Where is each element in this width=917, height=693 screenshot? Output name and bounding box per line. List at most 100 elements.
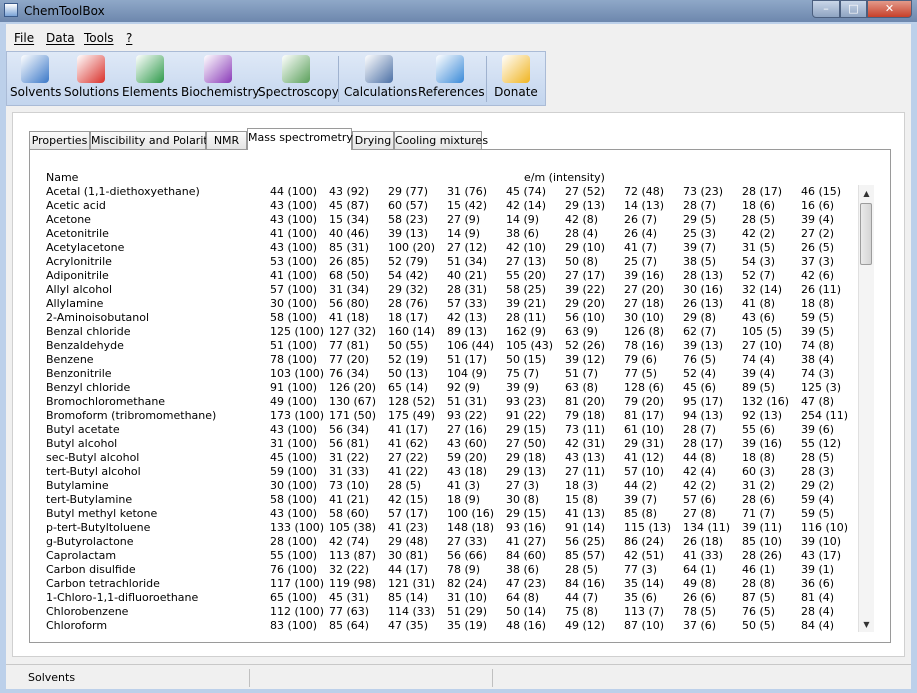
table-row[interactable]: Caprolactam 55 (100) 113 (87) 30 (81) 56 (66… [44,549,858,563]
table-row[interactable]: Benzaldehyde 51 (100) 77 (81) 50 (55) 106 (4… [44,339,858,353]
table-row[interactable]: g-Butyrolactone 28 (100) 42 (74) 29 (48) 27 … [44,535,858,549]
table-row[interactable]: tert-Butylamine 58 (100) 41 (21) 42 (15) 18 … [44,493,858,507]
table-row[interactable]: tert-Butyl alcohol 59 (100) 31 (33) 41 (22)… [44,465,858,479]
mz-intensity-cell: 39 (5) [801,325,835,338]
compound-name: Carbon disulfide [46,563,136,576]
mz-intensity-cell: 41 (18) [329,311,370,324]
table-row[interactable]: Benzal chloride 125 (100) 127 (32) 160 (14)… [44,325,858,339]
mz-intensity-cell: 56 (81) [329,437,370,450]
mz-intensity-cell: 42 (6) [801,269,835,282]
mz-intensity-cell: 89 (5) [742,381,776,394]
calculations-button[interactable]: Calculations [344,53,417,105]
title-bar[interactable]: ChemToolBox – □ ✕ [0,0,917,22]
mz-intensity-cell: 28 (26) [742,549,783,562]
mz-intensity-cell: 39 (16) [742,437,783,450]
mz-intensity-cell: 54 (42) [388,269,429,282]
table-row[interactable]: 2-Aminoisobutanol 58 (100) 41 (18) 18 (17) 4… [44,311,858,325]
table-row[interactable]: Adiponitrile 41 (100) 68 (50) 54 (42) 40 (21… [44,269,858,283]
mz-intensity-cell: 52 (19) [388,353,429,366]
table-row[interactable]: Benzene 78 (100) 77 (20) 52 (19) 51 (17) 50 (… [44,353,858,367]
table-row[interactable]: Bromochloromethane 49 (100) 130 (67) 128 (5… [44,395,858,409]
mz-intensity-cell: 31 (100) [270,437,318,450]
table-row[interactable]: 1-Chloro-1,1-difluoroethane 65 (100) 45 (3… [44,591,858,605]
mz-intensity-cell: 76 (34) [329,367,370,380]
mz-intensity-cell: 44 (100) [270,185,318,198]
table-row[interactable]: Benzyl chloride 91 (100) 126 (20) 65 (14) 92… [44,381,858,395]
mz-intensity-cell: 45 (87) [329,199,370,212]
table-row[interactable]: Butyl acetate 43 (100) 56 (34) 41 (17) 27 (1… [44,423,858,437]
table-row[interactable]: Acetylacetone 43 (100) 85 (31) 100 (20) 27 (… [44,241,858,255]
tab-properties[interactable]: Properties [29,131,90,149]
maximize-button[interactable]: □ [840,0,867,18]
mz-intensity-cell: 45 (6) [683,381,717,394]
table-row[interactable]: Benzonitrile 103 (100) 76 (34) 50 (13) 104 (… [44,367,858,381]
close-button[interactable]: ✕ [867,0,912,18]
table-row[interactable]: Bromoform (tribromomethane) 173 (100) 171 … [44,409,858,423]
mz-intensity-cell: 56 (34) [329,423,370,436]
dna-icon [204,55,232,83]
menu-tools[interactable]: Tools [84,31,114,45]
table-row[interactable]: Butyl alcohol 31 (100) 56 (81) 41 (62) 43 (6… [44,437,858,451]
table-row[interactable]: Butylamine 30 (100) 73 (10) 28 (5) 41 (3) 27 … [44,479,858,493]
scroll-up-icon[interactable]: ▲ [859,187,874,201]
solvents-button[interactable]: Solvents [10,53,61,105]
tab-mass-spectrometry[interactable]: Mass spectrometry [247,128,353,150]
scroll-down-icon[interactable]: ▼ [859,618,874,632]
tab-drying[interactable]: Drying [352,131,394,149]
table-row[interactable]: Carbon disulfide 76 (100) 32 (22) 44 (17) 78… [44,563,858,577]
mz-intensity-cell: 31 (76) [447,185,488,198]
table-row[interactable]: Chlorobenzene 112 (100) 77 (63) 114 (33) 51 … [44,605,858,619]
scroll-thumb[interactable] [860,203,872,265]
menu-help[interactable]: ? [126,31,132,45]
compound-name: 1-Chloro-1,1-difluoroethane [46,591,199,604]
table-row[interactable]: sec-Butyl alcohol 45 (100) 31 (22) 27 (22) 5… [44,451,858,465]
status-text: Solvents [28,671,76,684]
mz-intensity-cell: 29 (13) [565,199,606,212]
compound-name: p-tert-Butyltoluene [46,521,151,534]
mz-intensity-cell: 37 (3) [801,255,835,268]
mz-intensity-cell: 42 (10) [506,241,547,254]
spectroscopy-button[interactable]: Spectroscopy [258,53,339,105]
table-row[interactable]: Carbon tetrachloride 117 (100) 119 (98) 121… [44,577,858,591]
table-row[interactable]: Acrylonitrile 53 (100) 26 (85) 52 (79) 51 (3… [44,255,858,269]
table-row[interactable]: p-tert-Butyltoluene 133 (100) 105 (38) 41 (… [44,521,858,535]
solutions-button[interactable]: Solutions [64,53,119,105]
mz-intensity-cell: 77 (20) [329,353,370,366]
elements-button[interactable]: Elements [122,53,178,105]
mz-intensity-cell: 58 (23) [388,213,429,226]
biochemistry-button[interactable]: Biochemistry [181,53,260,105]
mz-intensity-cell: 43 (100) [270,507,318,520]
mz-intensity-cell: 58 (60) [329,507,370,520]
table-row[interactable]: Allylamine 30 (100) 56 (80) 28 (76) 57 (33) 3… [44,297,858,311]
donate-button[interactable]: Donate [492,53,540,105]
mz-intensity-cell: 59 (100) [270,465,318,478]
mz-intensity-cell: 59 (4) [801,493,835,506]
mz-intensity-cell: 18 (8) [742,451,776,464]
table-row[interactable]: Butyl methyl ketone 43 (100) 58 (60) 57 (17… [44,507,858,521]
mz-intensity-cell: 68 (50) [329,269,370,282]
tab-miscibility-polarity[interactable]: Miscibility and Polarity [90,131,214,149]
minimize-button[interactable]: – [812,0,840,18]
tab-cooling-mixtures[interactable]: Cooling mixtures [394,131,488,149]
references-button[interactable]: References [418,53,485,105]
menu-file[interactable]: File [14,31,34,45]
mz-intensity-cell: 160 (14) [388,325,436,338]
table-row[interactable]: Chloroform 83 (100) 85 (64) 47 (35) 35 (19) 4… [44,619,858,633]
mz-intensity-cell: 39 (11) [742,521,783,534]
tab-nmr[interactable]: NMR [206,131,247,149]
calculator-icon [365,55,393,83]
vertical-scrollbar[interactable]: ▲ ▼ [858,185,874,632]
table-row[interactable]: Acetonitrile 41 (100) 40 (46) 39 (13) 14 (9)… [44,227,858,241]
table-row[interactable]: Allyl alcohol 57 (100) 31 (34) 29 (32) 28 (3… [44,283,858,297]
mz-intensity-cell: 115 (13) [624,521,672,534]
mz-intensity-cell: 50 (13) [388,367,429,380]
mz-intensity-cell: 27 (33) [447,535,488,548]
mz-intensity-cell: 79 (18) [565,409,606,422]
menu-data[interactable]: Data [46,31,75,45]
table-row[interactable]: Acetal (1,1-diethoxyethane) 44 (100) 43 (9… [44,185,858,199]
mz-intensity-cell: 105 (43) [506,339,554,352]
mz-intensity-cell: 25 (3) [683,227,717,240]
mz-intensity-cell: 82 (24) [447,577,488,590]
table-row[interactable]: Acetone 43 (100) 15 (34) 58 (23) 27 (9) 14 (9… [44,213,858,227]
table-row[interactable]: Acetic acid 43 (100) 45 (87) 60 (57) 15 (42)… [44,199,858,213]
